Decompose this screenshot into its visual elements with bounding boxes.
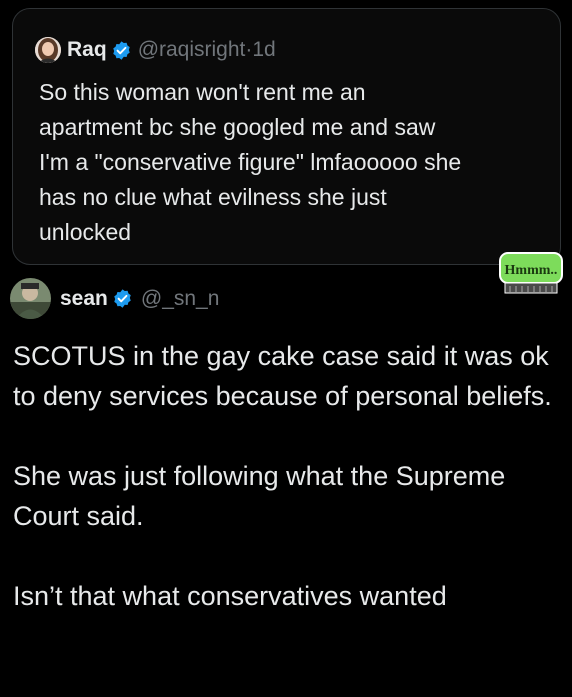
quoted-tweet-header: Raq @raqisright·1d bbox=[35, 37, 276, 63]
handle[interactable]: @_sn_n bbox=[141, 287, 220, 311]
tweet-paragraph: SCOTUS in the gay cake case said it was … bbox=[13, 341, 552, 411]
handle[interactable]: @raqisright·1d bbox=[138, 38, 276, 62]
hmmm-sticker: Hmmm.. bbox=[497, 250, 565, 296]
display-name[interactable]: sean bbox=[60, 287, 108, 311]
tweet-paragraph: She was just following what the Supreme … bbox=[13, 461, 506, 531]
quoted-tweet-card[interactable]: Raq @raqisright·1d So this woman won't r… bbox=[12, 8, 561, 265]
tweet-paragraph: Isn’t that what conservatives wanted bbox=[13, 581, 447, 611]
avatar[interactable] bbox=[10, 278, 51, 319]
main-tweet-text: SCOTUS in the gay cake case said it was … bbox=[13, 336, 561, 616]
verified-badge-icon bbox=[112, 288, 133, 309]
timestamp: 1d bbox=[252, 38, 276, 61]
avatar[interactable] bbox=[35, 37, 61, 63]
main-tweet-header: sean @_sn_n bbox=[10, 278, 219, 319]
sticker-text: Hmmm.. bbox=[505, 263, 558, 278]
quoted-tweet-text: So this woman won't rent me an apartment… bbox=[39, 79, 462, 245]
display-name[interactable]: Raq bbox=[67, 38, 107, 62]
verified-badge-icon bbox=[111, 40, 132, 61]
